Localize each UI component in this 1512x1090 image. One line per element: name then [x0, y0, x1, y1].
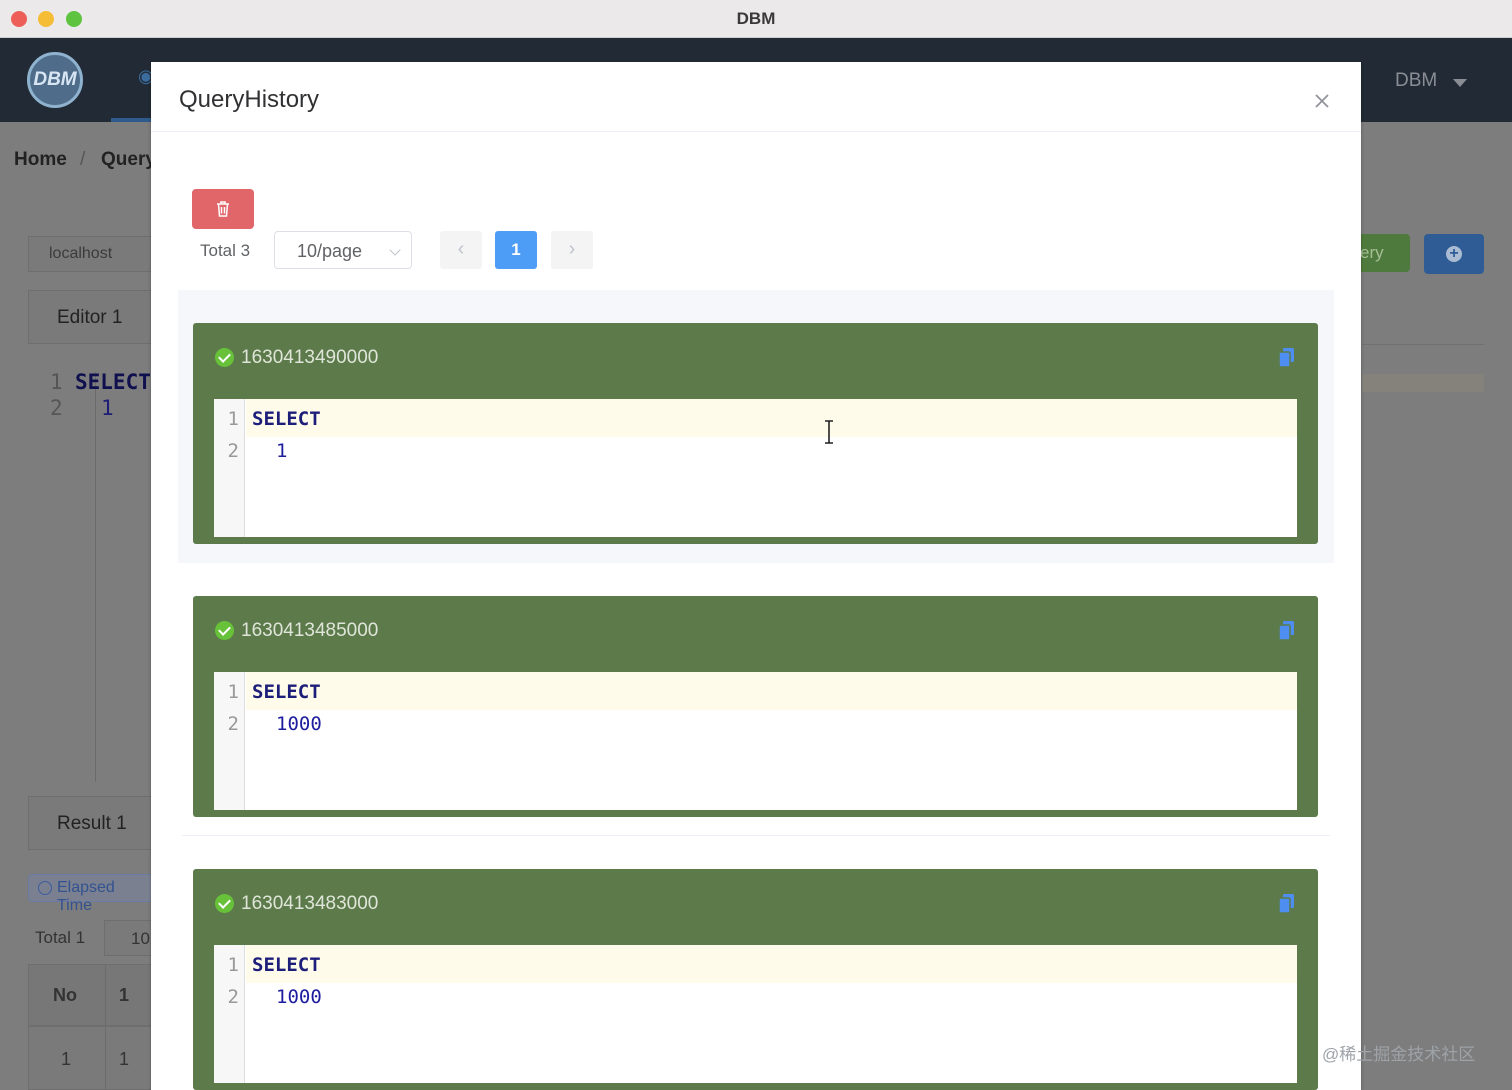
check-circle-icon [215, 894, 234, 913]
table-row: 1 1 [28, 1026, 158, 1090]
history-card: 1630413485000 1 SELECT 2 1000 [193, 596, 1318, 817]
text-cursor-icon [825, 420, 833, 444]
editor-active-line [1362, 374, 1484, 392]
line-number: 2 [227, 440, 239, 462]
dialog-header: QueryHistory [151, 62, 1361, 132]
result-table-header: No 1 [28, 964, 158, 1027]
add-editor-button[interactable]: + [1424, 234, 1484, 274]
code-line: SELECT [252, 681, 321, 703]
editor-code-line: SELECT [75, 370, 151, 394]
line-number: 1 [227, 408, 239, 430]
clock-icon [38, 881, 52, 895]
page-size-select[interactable]: 10/page [274, 231, 412, 269]
history-timestamp: 1630413485000 [241, 620, 379, 641]
history-item[interactable]: 1630413485000 1 SELECT 2 1000 [178, 563, 1334, 836]
code-line: 1 [276, 440, 288, 462]
table-cell: 1 [119, 1049, 130, 1069]
breadcrumb-current: Query [101, 149, 156, 170]
history-code-editor[interactable]: 1 SELECT 2 1000 [214, 672, 1297, 810]
trash-icon [217, 201, 229, 217]
user-menu[interactable]: DBM [1395, 70, 1437, 92]
line-number: 2 [50, 396, 63, 420]
result-total: Total 1 [35, 928, 86, 947]
prev-page-button[interactable]: ‹ [440, 231, 482, 269]
active-line-highlight [246, 399, 1297, 437]
pagination-total: Total 3 [200, 241, 251, 260]
history-item[interactable]: 1630413483000 1 SELECT 2 1000 [178, 836, 1334, 1090]
history-list: 1630413490000 1 SELECT 2 1 1630413485000… [178, 290, 1334, 1090]
breadcrumb-home[interactable]: Home [14, 149, 67, 171]
history-timestamp: 1630413490000 [241, 347, 379, 368]
history-timestamp: 1630413483000 [241, 893, 379, 914]
history-card: 1630413483000 1 SELECT 2 1000 [193, 869, 1318, 1090]
check-circle-icon [215, 348, 234, 367]
page-number-current[interactable]: 1 [495, 231, 537, 269]
result-page-size-select[interactable]: 10 [104, 920, 158, 956]
history-code-editor[interactable]: 1 SELECT 2 1000 [214, 945, 1297, 1083]
plus-circle-icon: + [1446, 246, 1462, 262]
close-icon[interactable] [1311, 90, 1333, 112]
chevron-down-icon [389, 244, 401, 256]
caret-down-icon[interactable] [1453, 79, 1467, 87]
check-circle-icon [215, 621, 234, 640]
tab-editor-1[interactable]: Editor 1 [28, 290, 158, 344]
line-number: 1 [50, 370, 63, 394]
line-number: 1 [227, 681, 239, 703]
column-header: 1 [119, 985, 130, 1005]
query-history-dialog: QueryHistory Total 3 10/page ‹ 1 › 16304… [151, 62, 1361, 1090]
app-logo[interactable]: DBM [27, 52, 83, 108]
table-cell: 1 [61, 1049, 72, 1069]
connection-select[interactable]: localhost [28, 236, 158, 272]
editor-gutter [68, 372, 96, 782]
active-line-highlight [246, 945, 1297, 983]
dialog-title: QueryHistory [179, 86, 320, 113]
window-titlebar: DBM [0, 0, 1512, 38]
elapsed-time-label: Elapsed Time [57, 879, 115, 914]
page-size-value: 10/page [297, 241, 363, 261]
column-header: No [53, 985, 77, 1005]
nav-icon[interactable]: ◉ [138, 66, 154, 86]
breadcrumb-separator: / [80, 149, 86, 170]
delete-history-button[interactable] [192, 189, 254, 229]
watermark: @稀土掘金技术社区 [1322, 1045, 1476, 1064]
history-code-editor[interactable]: 1 SELECT 2 1 [214, 399, 1297, 537]
window-title: DBM [736, 9, 776, 28]
next-page-button[interactable]: › [551, 231, 593, 269]
main-editor[interactable]: 1 SELECT 2 1 [28, 358, 158, 782]
code-line: SELECT [252, 408, 321, 430]
active-line-highlight [246, 672, 1297, 710]
code-line: SELECT [252, 954, 321, 976]
editor-code-line: 1 [101, 396, 114, 420]
history-item[interactable]: 1630413490000 1 SELECT 2 1 [178, 290, 1334, 563]
copy-icon[interactable] [1277, 620, 1297, 642]
history-card: 1630413490000 1 SELECT 2 1 [193, 323, 1318, 544]
line-number: 2 [227, 986, 239, 1008]
line-number: 1 [227, 954, 239, 976]
line-number: 2 [227, 713, 239, 735]
code-line: 1000 [276, 713, 322, 735]
copy-icon[interactable] [1277, 347, 1297, 369]
divider [1362, 344, 1484, 345]
code-line: 1000 [276, 986, 322, 1008]
copy-icon[interactable] [1277, 893, 1297, 915]
elapsed-time-tag: Elapsed Time [28, 874, 158, 914]
tab-result-1[interactable]: Result 1 [28, 796, 158, 850]
